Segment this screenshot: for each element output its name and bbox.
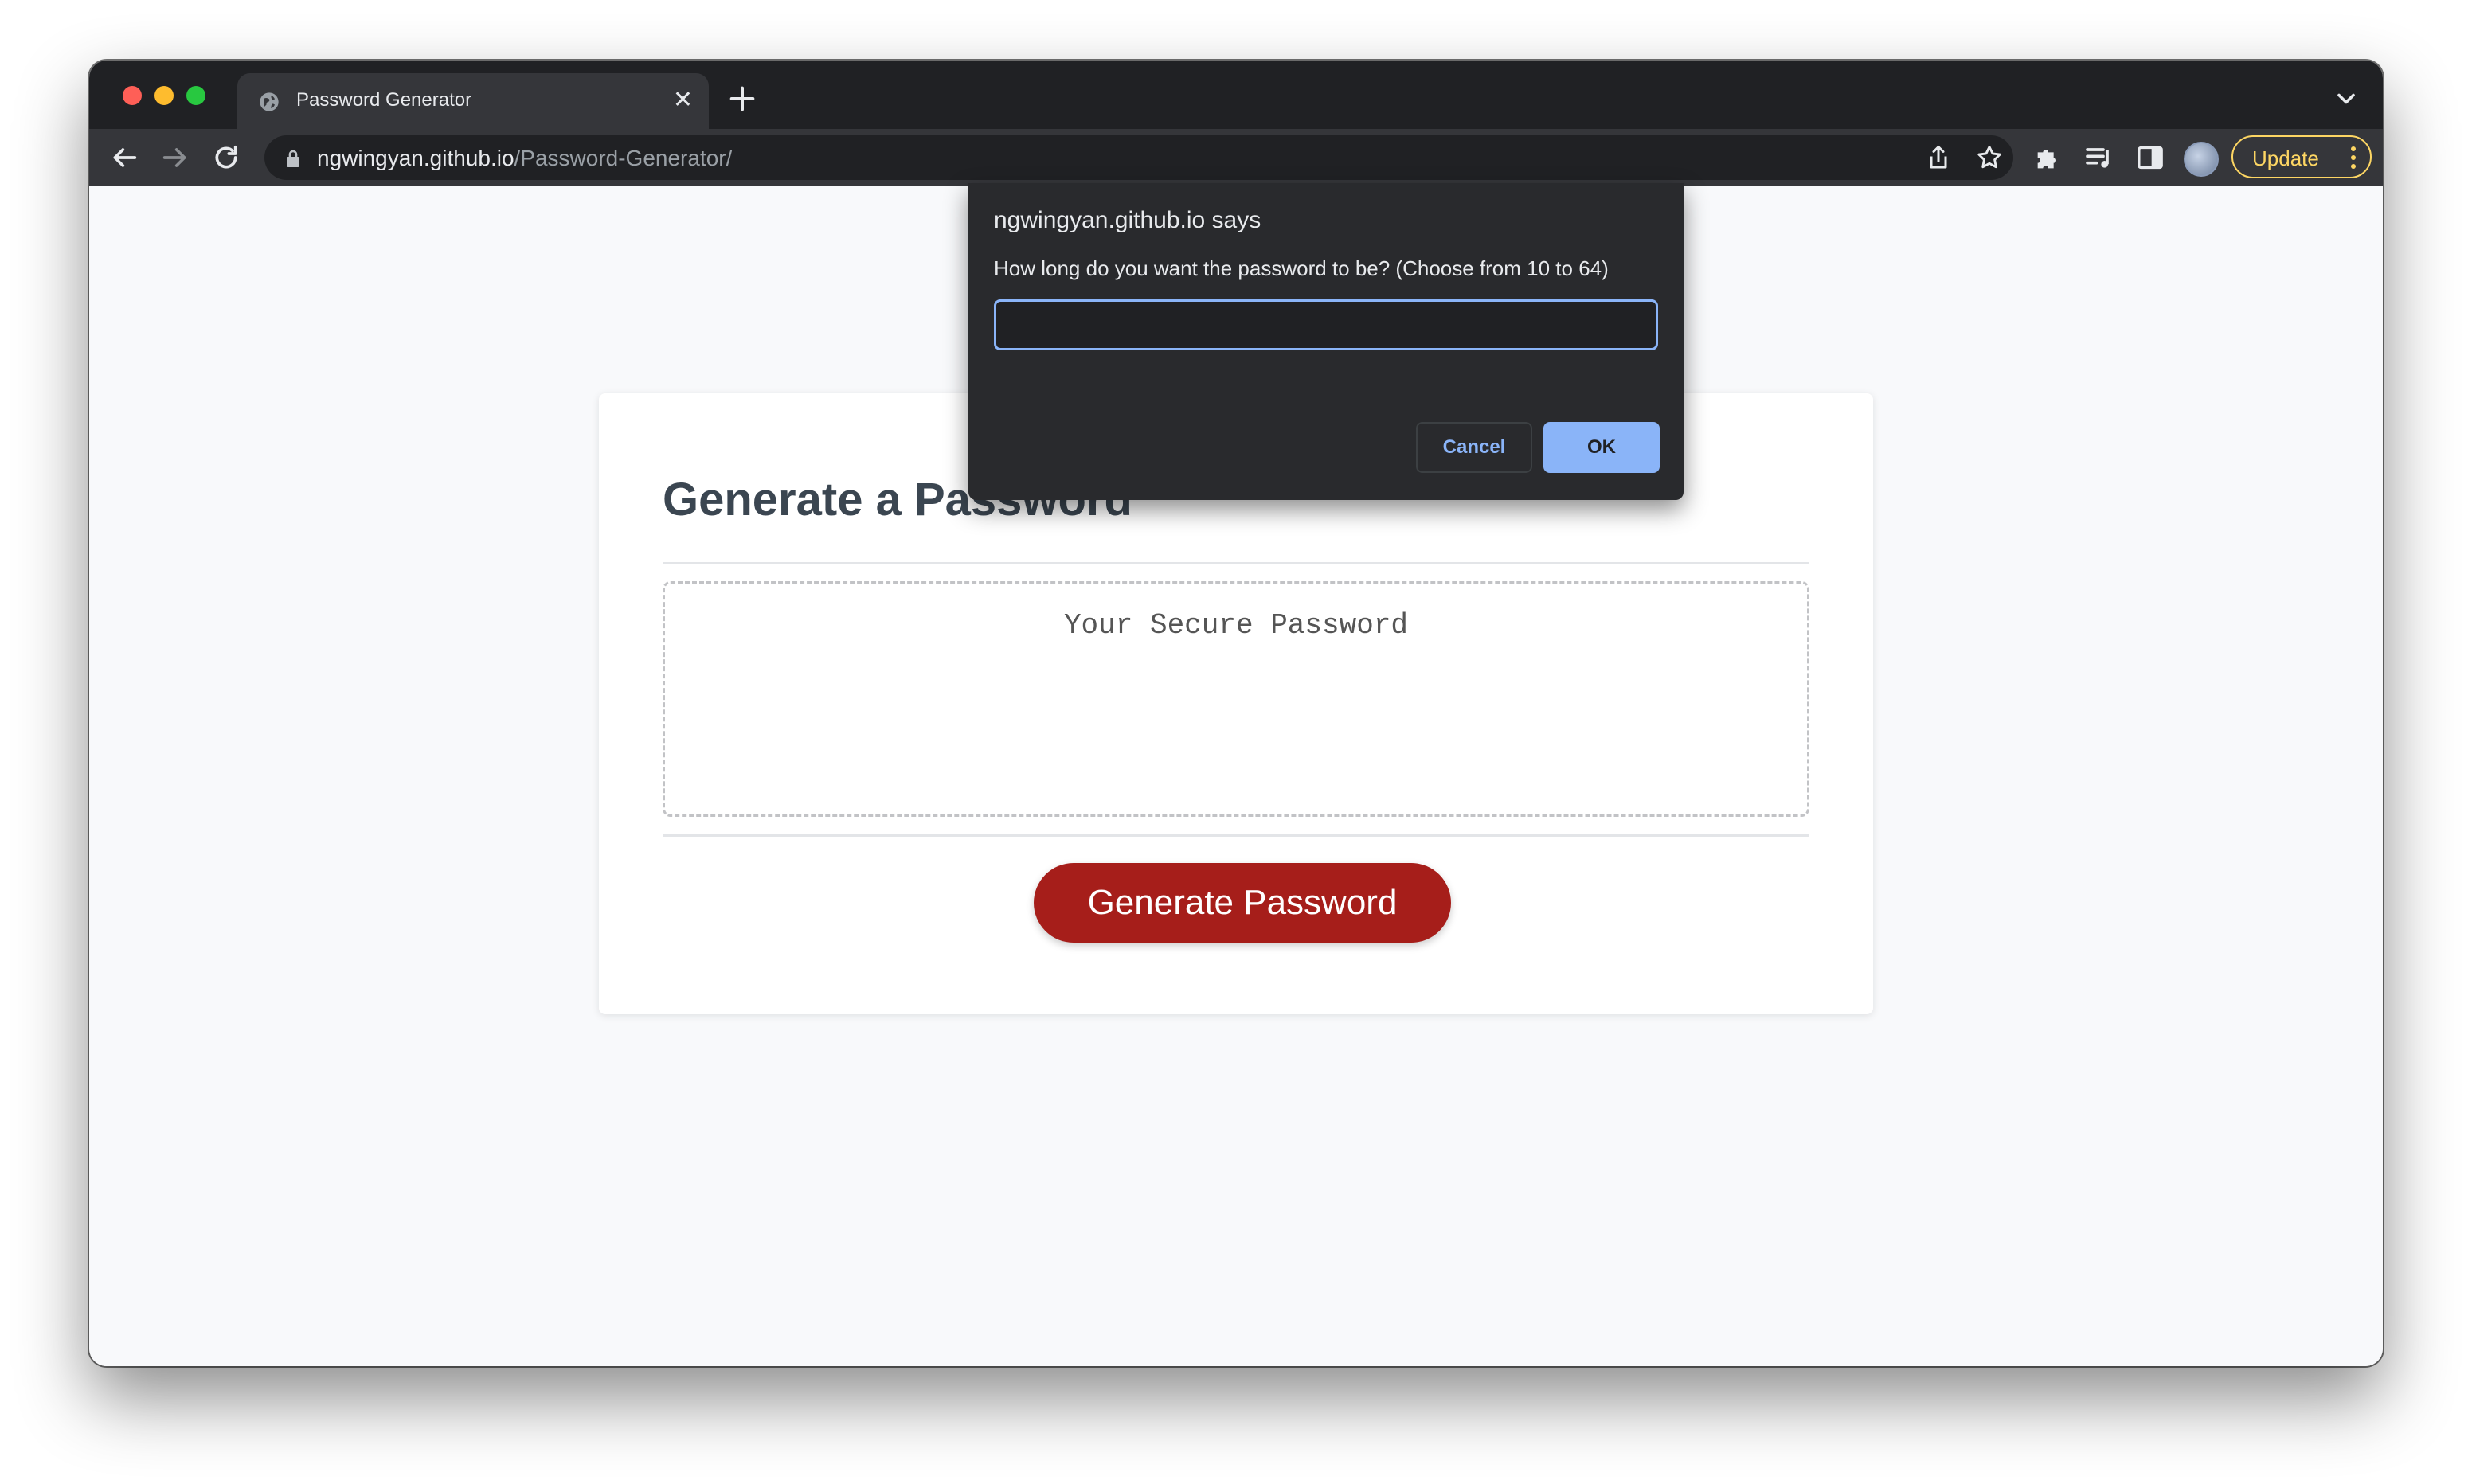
password-output[interactable]: [663, 581, 1809, 817]
ok-button[interactable]: OK: [1543, 422, 1660, 473]
profile-avatar[interactable]: [2184, 142, 2219, 177]
divider: [663, 834, 1809, 837]
new-tab-icon[interactable]: [726, 83, 758, 115]
lock-icon[interactable]: [284, 148, 303, 169]
dialog-title: ngwingyan.github.io says: [994, 207, 1261, 233]
share-icon[interactable]: [1924, 143, 1953, 172]
maximize-window-button[interactable]: [186, 86, 205, 105]
cancel-button[interactable]: Cancel: [1416, 422, 1532, 473]
close-window-button[interactable]: [123, 86, 142, 105]
forward-icon[interactable]: [159, 142, 191, 174]
generate-password-button[interactable]: Generate Password: [1034, 863, 1451, 943]
address-bar[interactable]: ngwingyan.github.io/Password-Generator/: [264, 135, 2013, 180]
browser-toolbar: ngwingyan.github.io/Password-Generator/ …: [89, 129, 2383, 186]
chevron-down-icon[interactable]: [2332, 84, 2361, 113]
back-icon[interactable]: [108, 142, 140, 174]
update-label: Update: [2252, 146, 2319, 170]
bookmark-star-icon[interactable]: [1975, 143, 2004, 172]
tab-password-generator[interactable]: Password Generator ✕: [237, 73, 709, 129]
reload-icon[interactable]: [210, 142, 242, 174]
side-panel-icon[interactable]: [2134, 142, 2166, 174]
password-length-input[interactable]: [994, 299, 1658, 350]
tab-title: Password Generator: [296, 89, 472, 111]
update-button[interactable]: Update: [2231, 135, 2372, 178]
more-vertical-icon: [2351, 146, 2356, 173]
close-tab-icon[interactable]: ✕: [673, 84, 693, 116]
url-domain: ngwingyan.github.io: [317, 146, 514, 170]
browser-window: Password Generator ✕ ngwingyan.github.io…: [89, 61, 2383, 1366]
minimize-window-button[interactable]: [154, 86, 174, 105]
url-text: ngwingyan.github.io/Password-Generator/: [317, 146, 732, 171]
divider: [663, 562, 1809, 564]
prompt-dialog: ngwingyan.github.io says How long do you…: [968, 183, 1684, 500]
globe-icon: [260, 92, 279, 111]
url-path: /Password-Generator/: [514, 146, 733, 170]
tab-strip: Password Generator ✕: [89, 61, 2383, 129]
extensions-puzzle-icon[interactable]: [2032, 142, 2064, 174]
media-playlist-icon[interactable]: [2083, 142, 2115, 174]
dialog-message: How long do you want the password to be?…: [994, 256, 1609, 280]
